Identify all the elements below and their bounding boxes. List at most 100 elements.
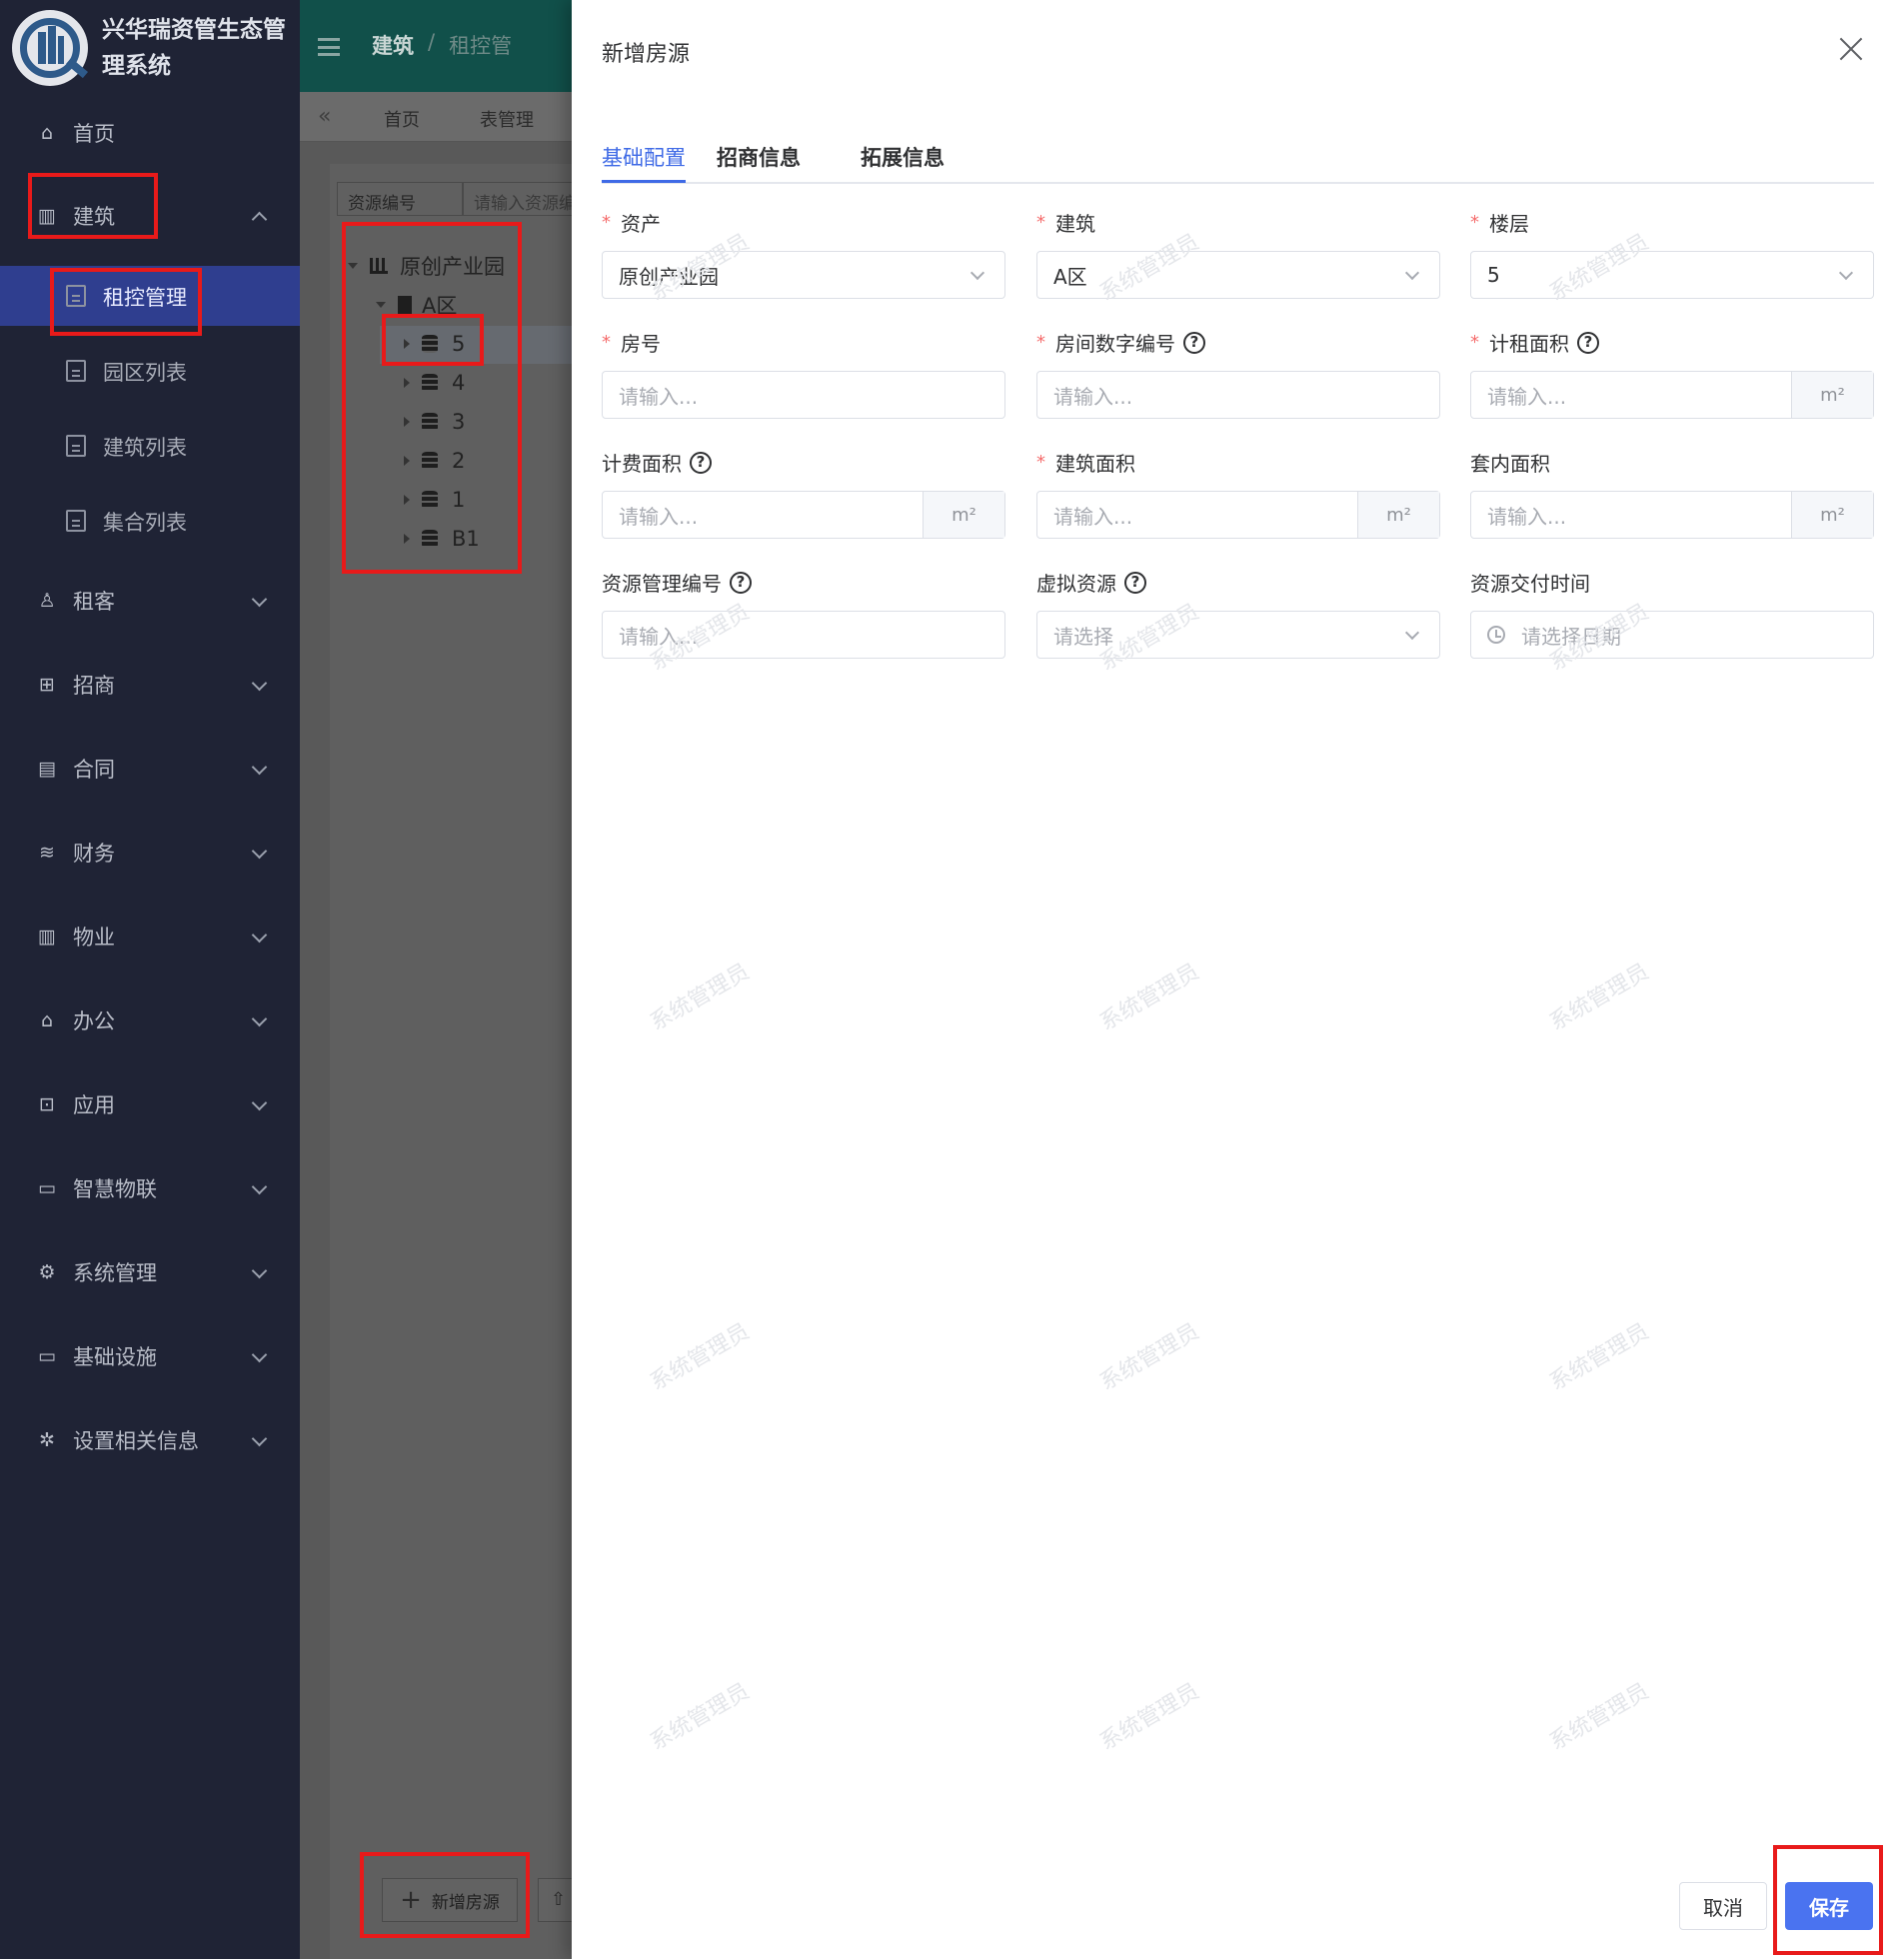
breadcrumb-root[interactable]: 建筑	[372, 30, 414, 60]
sidebar-item-label: 基础设施	[73, 1345, 157, 1369]
tab-investment-info[interactable]: 招商信息	[717, 142, 801, 172]
database-icon	[422, 530, 438, 548]
bag-icon: ⊡	[39, 1093, 55, 1115]
help-icon[interactable]: ?	[1577, 331, 1599, 354]
caret-down-icon	[348, 263, 358, 269]
floor-select[interactable]: 5	[1470, 251, 1874, 299]
chevron-down-icon	[252, 678, 266, 692]
tree-node-label: 2	[452, 449, 466, 473]
building-icon	[398, 296, 412, 314]
building-select[interactable]: A区	[1036, 251, 1440, 299]
database-icon	[422, 413, 438, 431]
sidebar-item-label: 租客	[73, 590, 115, 614]
delivery-date-picker[interactable]: 请选择日期	[1470, 611, 1874, 659]
sidebar-item-label: 首页	[73, 122, 115, 146]
close-icon[interactable]	[1838, 36, 1864, 62]
sidebar-subitem-building-list[interactable]: 建筑列表	[0, 416, 300, 476]
billing-area-label: 计费面积 ?	[602, 448, 712, 477]
caret-right-icon	[404, 417, 410, 427]
label-text: 计费面积	[602, 452, 682, 476]
sidebar-item-label: 应用	[73, 1093, 115, 1117]
label-text: 资源管理编号	[602, 572, 722, 596]
chevron-down-icon	[252, 1013, 266, 1027]
user-icon: ♙	[38, 590, 56, 612]
filter-field-select[interactable]: 资源编号	[337, 182, 463, 216]
drawer-tabs: 基础配置 招商信息 拓展信息	[602, 138, 1874, 184]
label-text: 房间数字编号	[1055, 332, 1175, 356]
room-digit-no-input[interactable]: 请输入...	[1036, 371, 1440, 419]
sidebar-item-contract[interactable]: ▤ 合同	[0, 739, 300, 799]
help-icon[interactable]: ?	[690, 451, 712, 474]
chevron-down-icon	[1404, 625, 1420, 641]
sidebar-item-building[interactable]: ▥ 建筑	[0, 186, 300, 246]
sidebar-subitem-collection-list[interactable]: 集合列表	[0, 491, 300, 551]
help-icon[interactable]: ?	[730, 571, 752, 594]
rent-area-input[interactable]: 请输入... m²	[1470, 371, 1874, 419]
sidebar-item-apps[interactable]: ⊡ 应用	[0, 1074, 300, 1134]
help-icon[interactable]: ?	[1124, 571, 1146, 594]
sidebar-item-finance[interactable]: ≋ 财务	[0, 823, 300, 883]
caret-right-icon	[404, 378, 410, 388]
sidebar-item-label: 集合列表	[103, 511, 187, 535]
watermark: 系统管理员	[1545, 1678, 1654, 1756]
database-icon	[422, 374, 438, 392]
chevron-down-icon	[1404, 265, 1420, 281]
sidebar-item-tenant[interactable]: ♙ 租客	[0, 571, 300, 631]
coins-icon: ≋	[39, 842, 55, 864]
sidebar-item-system[interactable]: ⚙ 系统管理	[0, 1242, 300, 1302]
tree-node-zone[interactable]: A区	[376, 290, 457, 320]
chevron-down-icon	[252, 930, 266, 944]
filter-search-input[interactable]: 请输入资源编	[463, 182, 573, 216]
double-chevron-left-icon[interactable]: «	[318, 104, 331, 129]
label-text: 虚拟资源	[1036, 572, 1116, 596]
floor-label: * 楼层	[1470, 208, 1529, 237]
sidebar-subitem-park-list[interactable]: 园区列表	[0, 341, 300, 401]
tree-node-floor[interactable]: 4	[404, 368, 465, 398]
tree-node-floor[interactable]: 2	[404, 446, 465, 476]
cancel-button[interactable]: 取消	[1679, 1882, 1767, 1930]
tree-node-floor[interactable]: 5	[404, 329, 465, 359]
sidebar-item-property[interactable]: ▥ 物业	[0, 907, 300, 967]
tab-extended-info[interactable]: 拓展信息	[861, 142, 945, 172]
tab-basic-config[interactable]: 基础配置	[602, 142, 686, 172]
sidebar-item-label: 设置相关信息	[73, 1429, 199, 1453]
database-icon	[422, 335, 438, 353]
sidebar-item-home[interactable]: ⌂ 首页	[0, 103, 300, 163]
input-placeholder: 请输入...	[1487, 504, 1567, 529]
tree-node-floor[interactable]: 1	[404, 485, 465, 515]
page-tab-bar: « 首页 表管理	[300, 92, 572, 142]
chevron-down-icon	[252, 1181, 266, 1195]
chevron-down-icon	[252, 762, 266, 776]
breadcrumb-separator: /	[428, 30, 436, 54]
unit-suffix: m²	[1791, 492, 1873, 538]
menu-toggle-icon[interactable]	[318, 38, 340, 56]
sidebar-item-settings[interactable]: ✲ 设置相关信息	[0, 1410, 300, 1470]
watermark: 系统管理员	[1095, 1318, 1204, 1396]
tree-node-label: 原创产业园	[400, 255, 505, 279]
inner-area-input[interactable]: 请输入... m²	[1470, 491, 1874, 539]
active-tab-indicator	[602, 180, 686, 183]
tree-node-floor[interactable]: B1	[404, 524, 480, 554]
tree-node-label: 3	[452, 410, 466, 434]
building-area-input[interactable]: 请输入... m²	[1036, 491, 1440, 539]
tree-node-floor[interactable]: 3	[404, 407, 465, 437]
tab-table-management[interactable]: 表管理	[480, 106, 534, 132]
sidebar-item-infrastructure[interactable]: ▭ 基础设施	[0, 1326, 300, 1386]
label-text: 建筑面积	[1055, 452, 1135, 476]
bank-icon	[370, 258, 388, 274]
sidebar-item-investment[interactable]: ⊞ 招商	[0, 655, 300, 715]
help-icon[interactable]: ?	[1183, 331, 1205, 354]
add-room-button[interactable]: + 新增房源	[382, 1878, 518, 1922]
sidebar-subitem-lease-control[interactable]: 租控管理	[0, 266, 300, 326]
tree-node-park[interactable]: 原创产业园	[348, 251, 505, 281]
sidebar-item-office[interactable]: ⌂ 办公	[0, 990, 300, 1050]
save-button[interactable]: 保存	[1785, 1882, 1873, 1930]
tab-home[interactable]: 首页	[384, 106, 420, 132]
sidebar-item-iot[interactable]: ▭ 智慧物联	[0, 1158, 300, 1218]
billing-area-input[interactable]: 请输入... m²	[602, 491, 1005, 539]
unit-suffix: m²	[923, 492, 1004, 538]
clock-icon	[1487, 626, 1505, 644]
room-no-input[interactable]: 请输入...	[602, 371, 1005, 419]
chevron-down-icon	[252, 1349, 266, 1363]
delivery-time-label: 资源交付时间	[1470, 568, 1590, 597]
